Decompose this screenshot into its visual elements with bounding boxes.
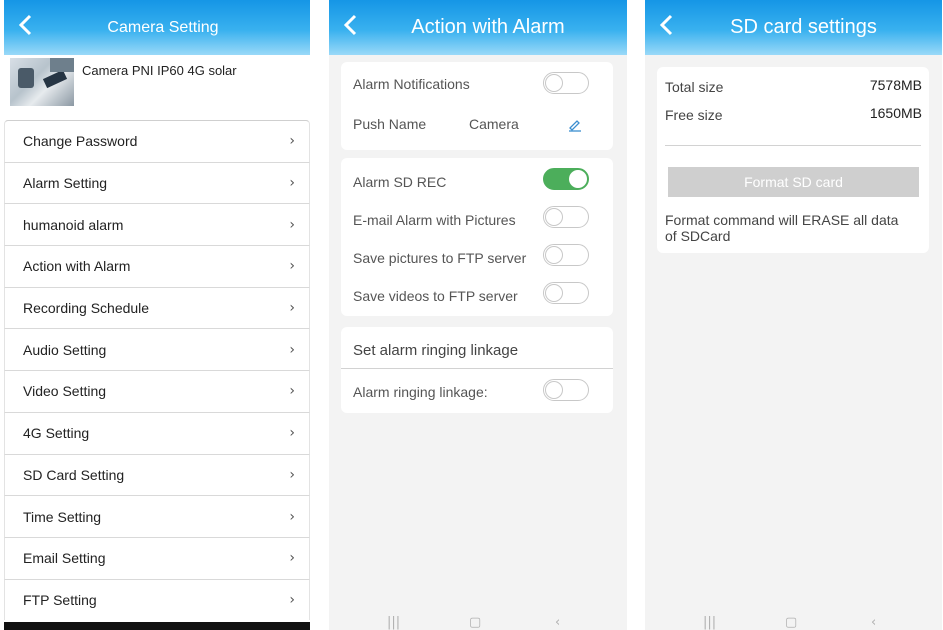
free-size-label: Free size [665,107,723,123]
home-button[interactable]: ▢ [785,615,797,630]
menu-item-label: Change Password [23,133,138,150]
chevron-right-icon: › [289,383,295,400]
ringing-linkage-toggle[interactable] [543,379,589,401]
bottom-bar [4,622,310,630]
push-name-label: Push Name [353,116,427,132]
chevron-right-icon: › [289,175,295,192]
chevron-right-icon: › [289,550,295,567]
menu-item-label: humanoid alarm [23,216,124,233]
system-nav-bar: ||| ▢ ‹ [645,610,942,630]
menu-item-label: Video Setting [23,383,107,400]
menu-item-label: SD Card Setting [23,466,125,483]
chevron-left-icon [343,14,357,36]
ftp-pictures-toggle[interactable] [543,244,589,266]
back-button[interactable] [339,12,365,38]
camera-name: Camera PNI IP60 4G solar [82,63,237,78]
header-bar: Action with Alarm [329,0,627,55]
system-nav-bar: ||| ▢ ‹ [329,610,627,630]
free-size-value: 1650MB [869,105,922,121]
chevron-right-icon: › [289,341,295,358]
ftp-videos-toggle[interactable] [543,282,589,304]
menu-item-time-setting[interactable]: Time Setting › [4,495,310,537]
menu-item-label: Recording Schedule [23,300,150,317]
nav-back-button[interactable]: ‹ [871,615,876,630]
total-size-value: 7578MB [869,77,922,93]
menu-item-label: Audio Setting [23,341,107,358]
action-with-alarm-screen: Action with Alarm Alarm Notifications Pu… [329,0,627,630]
settings-menu: Change Password › Alarm Setting › humanoid… [4,120,310,621]
divider [341,368,613,369]
header-bar: SD card settings [645,0,942,55]
menu-item-label: 4G Setting [23,425,90,442]
header-bar: Camera Setting [4,0,310,55]
email-alarm-toggle[interactable] [543,206,589,228]
chevron-right-icon: › [289,216,295,233]
menu-item-change-password[interactable]: Change Password › [4,120,310,162]
recents-button[interactable]: ||| [387,615,400,630]
menu-item-action-with-alarm[interactable]: Action with Alarm › [4,245,310,287]
chevron-right-icon: › [289,133,295,150]
page-title: Camera Setting [107,19,219,36]
chevron-right-icon: › [289,425,295,442]
menu-item-alarm-setting[interactable]: Alarm Setting › [4,161,310,204]
camera-thumbnail[interactable] [10,58,74,106]
format-warning-note: Format command will ERASE all data of SD… [665,212,899,244]
divider [665,145,921,146]
chevron-right-icon: › [289,591,295,608]
menu-item-ftp-setting[interactable]: FTP Setting › [4,578,310,621]
chevron-right-icon: › [289,466,295,483]
sd-card-settings-screen: SD card settings Total size 7578MB Free … [645,0,942,630]
chevron-left-icon [659,14,673,36]
menu-item-label: Alarm Setting [23,175,108,192]
menu-item-sd-card-setting[interactable]: SD Card Setting › [4,453,310,496]
page-title: SD card settings [730,16,877,38]
total-size-label: Total size [665,79,724,95]
menu-item-humanoid-alarm[interactable]: humanoid alarm › [4,203,310,246]
menu-item-email-setting[interactable]: Email Setting › [4,536,310,579]
menu-item-4g-setting[interactable]: 4G Setting › [4,411,310,454]
page-title: Action with Alarm [411,16,565,38]
chevron-right-icon: › [289,300,295,317]
chevron-right-icon: › [289,258,295,275]
home-button[interactable]: ▢ [469,615,481,630]
menu-item-video-setting[interactable]: Video Setting › [4,370,310,412]
menu-item-label: Action with Alarm [23,258,131,275]
menu-item-recording-schedule[interactable]: Recording Schedule › [4,286,310,329]
ringing-header: Set alarm ringing linkage [353,342,519,359]
camera-setting-screen: Camera Setting Camera PNI IP60 4G solar … [4,0,310,630]
recents-button[interactable]: ||| [703,615,716,630]
sd-card-info-card: Total size 7578MB Free size 1650MB Forma… [657,67,929,253]
alarm-notifications-toggle[interactable] [543,72,589,94]
nav-back-button[interactable]: ‹ [555,615,560,630]
ringing-card: Set alarm ringing linkage Alarm ringing … [341,327,613,413]
menu-item-label: Email Setting [23,550,106,567]
format-sd-card-button[interactable]: Format SD card [668,167,919,197]
camera-header: Camera PNI IP60 4G solar [4,55,310,120]
menu-item-label: FTP Setting [23,591,97,608]
alarm-sd-rec-toggle[interactable] [543,168,589,190]
menu-item-audio-setting[interactable]: Audio Setting › [4,328,310,371]
recording-card: Alarm SD REC E-mail Alarm with Pictures … [341,158,613,316]
notifications-card: Alarm Notifications Push Name Camera [341,62,613,150]
edit-pencil-icon[interactable] [567,116,583,132]
back-button[interactable] [655,12,681,38]
chevron-right-icon: › [289,508,295,525]
menu-item-label: Time Setting [23,508,102,525]
push-name-value: Camera [469,116,519,132]
